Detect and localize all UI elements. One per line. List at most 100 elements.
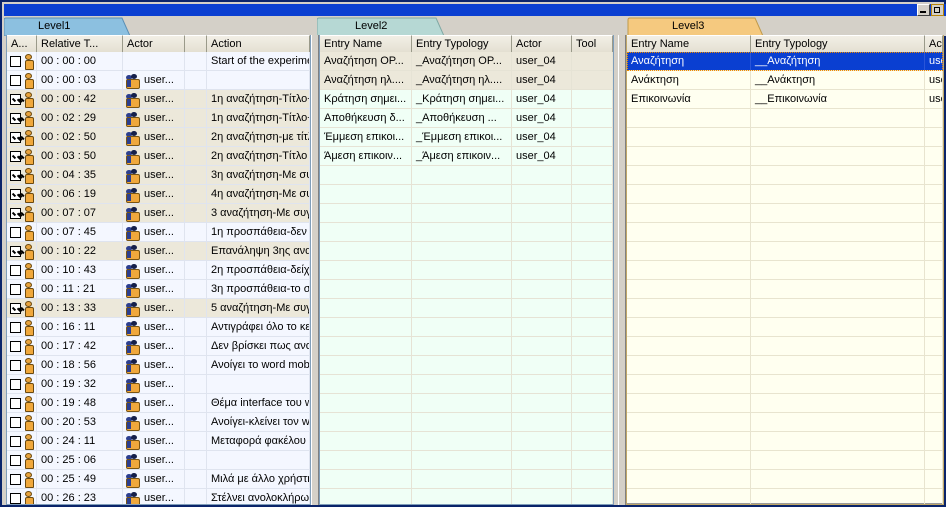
level3-empty-row[interactable] <box>627 394 943 413</box>
level1-cell-blank[interactable] <box>185 470 207 488</box>
level1-cell-relative-time[interactable]: 00 : 11 : 21 <box>37 280 123 298</box>
level2-grid[interactable]: Entry Name Entry Typology Actor Tool Ανα… <box>320 35 613 504</box>
level1-cell-actor[interactable]: user... <box>123 299 185 317</box>
level1-table-row[interactable]: 00 : 18 : 56 user... Ανοίγει το word mobil… <box>7 356 310 375</box>
level2-cell-actor[interactable]: user_04 <box>512 147 572 165</box>
level2-empty-row[interactable] <box>320 375 613 394</box>
level1-cell-relative-time[interactable]: 00 : 07 : 07 <box>37 204 123 222</box>
level3-empty-row[interactable] <box>627 432 943 451</box>
row-checkbox[interactable] <box>10 283 21 295</box>
level1-cell-action[interactable]: Μεταφορά φακέλου στην S <box>207 432 310 450</box>
level1-cell-blank[interactable] <box>185 432 207 450</box>
level1-cell-actor[interactable] <box>123 52 185 70</box>
level1-cell-actor[interactable]: user... <box>123 375 185 393</box>
level3-empty-row[interactable] <box>627 356 943 375</box>
level3-empty-row[interactable] <box>627 185 943 204</box>
level1-cell-relative-time[interactable]: 00 : 02 : 29 <box>37 109 123 127</box>
level2-empty-row[interactable] <box>320 204 613 223</box>
level1-cell-flags[interactable] <box>7 71 37 89</box>
level1-cell-action[interactable]: 5 αναζήτηση-Με συγγραφέ <box>207 299 310 317</box>
level3-empty-row[interactable] <box>627 242 943 261</box>
level1-cell-actor[interactable]: user... <box>123 489 185 504</box>
level2-empty-row[interactable] <box>320 451 613 470</box>
level1-cell-action[interactable]: Στέλνει ανολοκλήρωτο μήν <box>207 489 310 504</box>
level2-empty-row[interactable] <box>320 489 613 504</box>
level2-empty-row[interactable] <box>320 394 613 413</box>
level1-cell-action[interactable]: Θέμα interface του word m <box>207 394 310 412</box>
level1-cell-actor[interactable]: user... <box>123 394 185 412</box>
level3-cell-actor[interactable]: user_ <box>925 52 943 70</box>
level3-empty-row[interactable] <box>627 337 943 356</box>
level1-col-header-actor[interactable]: Actor <box>123 35 185 52</box>
level1-cell-action[interactable]: Δεν βρίσκει πως ανοίγει να <box>207 337 310 355</box>
level1-cell-actor[interactable]: user... <box>123 470 185 488</box>
level2-cell-tool[interactable] <box>572 52 613 70</box>
level1-cell-blank[interactable] <box>185 185 207 203</box>
level1-cell-flags[interactable] <box>7 299 37 317</box>
level2-table-row[interactable]: Αποθήκευση δ... _Αποθήκευση ... user_04 <box>320 109 613 128</box>
level2-cell-actor[interactable]: user_04 <box>512 71 572 89</box>
level1-cell-action[interactable]: 1η αναζήτηση-Τίτλο+συγγρ <box>207 90 310 108</box>
level3-empty-row[interactable] <box>627 128 943 147</box>
level1-table-row[interactable]: 00 : 26 : 23 user... Στέλνει ανολοκλήρωτο … <box>7 489 310 504</box>
level1-cell-flags[interactable] <box>7 166 37 184</box>
level1-cell-relative-time[interactable]: 00 : 17 : 42 <box>37 337 123 355</box>
level2-table-row[interactable]: Κράτηση σημει... _Κράτηση σημει... user_04 <box>320 90 613 109</box>
level3-empty-row[interactable] <box>627 109 943 128</box>
level3-cell-actor[interactable]: user_ <box>925 71 943 89</box>
row-checkbox[interactable] <box>10 416 21 428</box>
level2-empty-row[interactable] <box>320 337 613 356</box>
level1-table-row[interactable]: 00 : 02 : 29 user... 1η αναζήτηση-Τίτλο+συ… <box>7 109 310 128</box>
row-checkbox[interactable] <box>10 207 21 219</box>
level1-table-row[interactable]: 00 : 10 : 22 user... Επανάληψη 3ης αναζήτη… <box>7 242 310 261</box>
level1-cell-blank[interactable] <box>185 299 207 317</box>
level3-empty-row[interactable] <box>627 299 943 318</box>
level1-cell-relative-time[interactable]: 00 : 10 : 22 <box>37 242 123 260</box>
level1-cell-relative-time[interactable]: 00 : 20 : 53 <box>37 413 123 431</box>
level3-cell-actor[interactable]: user_ <box>925 90 943 108</box>
level3-empty-row[interactable] <box>627 413 943 432</box>
level1-cell-actor[interactable]: user... <box>123 128 185 146</box>
level1-cell-actor[interactable]: user... <box>123 90 185 108</box>
level1-cell-blank[interactable] <box>185 261 207 279</box>
level1-cell-action[interactable]: Start of the experiment <box>207 52 310 70</box>
level3-cell-entry-name[interactable]: Αναζήτηση <box>627 52 751 70</box>
level1-cell-relative-time[interactable]: 00 : 07 : 45 <box>37 223 123 241</box>
level1-table-row[interactable]: 00 : 16 : 11 user... Αντιγράφει όλο το κεί… <box>7 318 310 337</box>
level1-cell-blank[interactable] <box>185 356 207 374</box>
level1-cell-blank[interactable] <box>185 166 207 184</box>
level1-col-header-action[interactable]: Action <box>207 35 310 52</box>
level3-empty-row[interactable] <box>627 204 943 223</box>
level2-cell-actor[interactable]: user_04 <box>512 52 572 70</box>
level2-table-row[interactable]: Αναζήτηση ΟΡ... _Αναζήτηση ΟΡ... user_04 <box>320 52 613 71</box>
level1-cell-flags[interactable] <box>7 470 37 488</box>
level2-empty-row[interactable] <box>320 356 613 375</box>
level2-col-header-tool[interactable]: Tool <box>572 35 613 52</box>
level3-empty-row[interactable] <box>627 375 943 394</box>
level3-cell-entry-typology[interactable]: __Αναζήτηση <box>751 52 925 70</box>
level1-col-header-blank[interactable] <box>185 35 207 52</box>
level1-cell-relative-time[interactable]: 00 : 18 : 56 <box>37 356 123 374</box>
level1-cell-actor[interactable]: user... <box>123 261 185 279</box>
level1-cell-relative-time[interactable]: 00 : 04 : 35 <box>37 166 123 184</box>
level1-table-row[interactable]: 00 : 24 : 11 user... Μεταφορά φακέλου στην… <box>7 432 310 451</box>
level1-cell-blank[interactable] <box>185 413 207 431</box>
row-checkbox[interactable] <box>10 93 21 105</box>
level1-cell-relative-time[interactable]: 00 : 19 : 32 <box>37 375 123 393</box>
level1-cell-flags[interactable] <box>7 489 37 504</box>
level2-col-header-actor[interactable]: Actor <box>512 35 572 52</box>
level3-cell-entry-typology[interactable]: __Ανάκτηση <box>751 71 925 89</box>
level1-cell-blank[interactable] <box>185 147 207 165</box>
level1-table-row[interactable]: 00 : 20 : 53 user... Ανοίγει-κλείνει τον w… <box>7 413 310 432</box>
level3-empty-row[interactable] <box>627 223 943 242</box>
level2-cell-entry-name[interactable]: Άμεση επικοιν... <box>320 147 412 165</box>
level1-cell-relative-time[interactable]: 00 : 25 : 49 <box>37 470 123 488</box>
level1-cell-actor[interactable]: user... <box>123 432 185 450</box>
level1-table-row[interactable]: 00 : 13 : 33 user... 5 αναζήτηση-Με συγγρα… <box>7 299 310 318</box>
level1-cell-blank[interactable] <box>185 318 207 336</box>
level1-cell-relative-time[interactable]: 00 : 03 : 50 <box>37 147 123 165</box>
level1-cell-blank[interactable] <box>185 242 207 260</box>
level3-col-header-actor[interactable]: Actor <box>925 35 943 52</box>
level1-cell-flags[interactable] <box>7 318 37 336</box>
row-checkbox[interactable] <box>10 188 21 200</box>
